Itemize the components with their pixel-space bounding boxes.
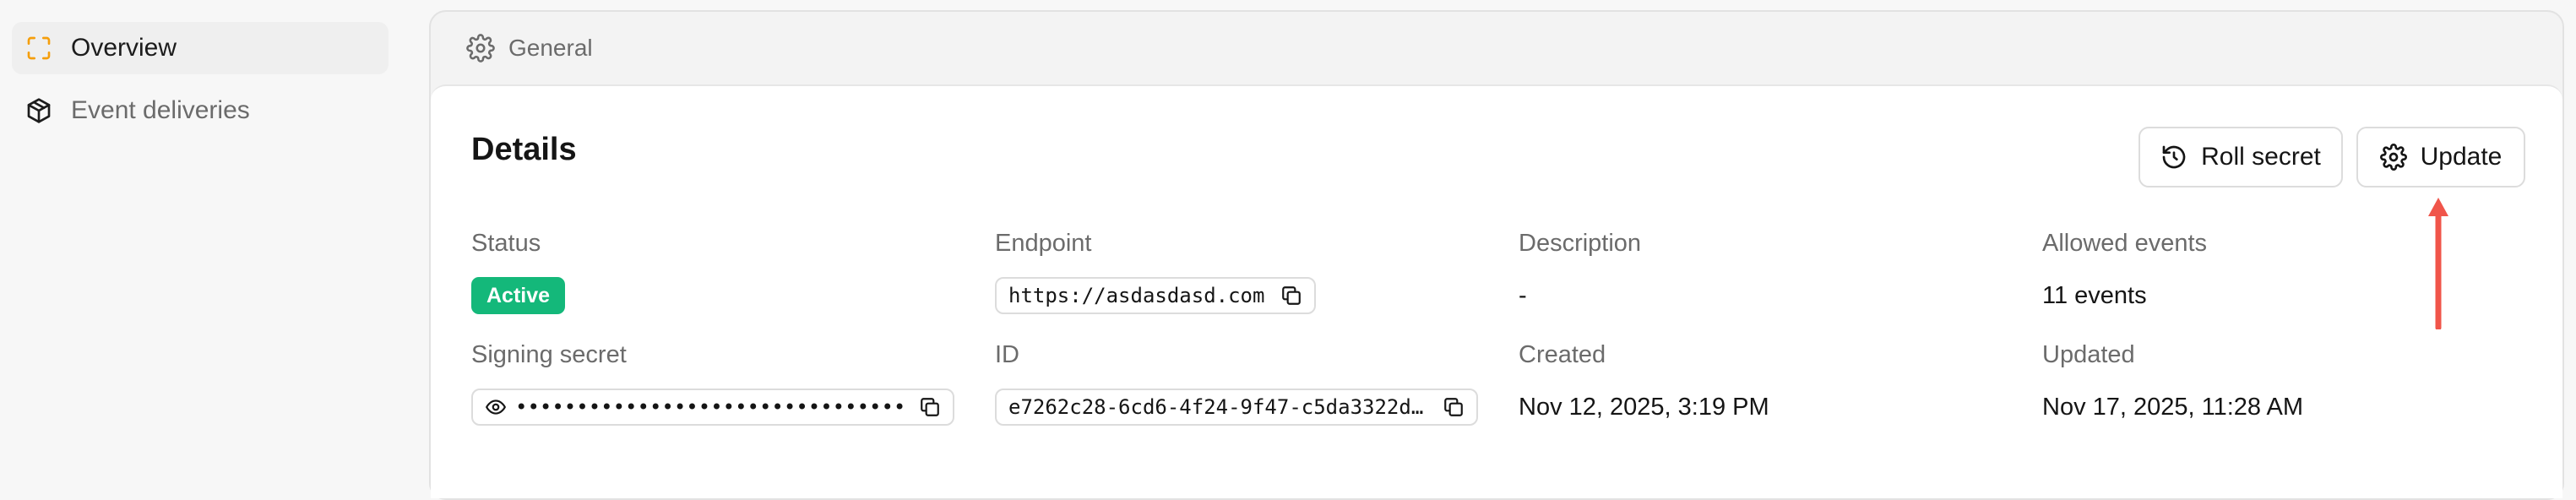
signing-secret-value: •••••••••••••••••••••••••••••••• — [515, 395, 906, 419]
description-label: Description — [1519, 230, 1642, 257]
sidebar-item-overview[interactable]: Overview — [12, 22, 389, 74]
roll-secret-button[interactable]: Roll secret — [2139, 127, 2343, 188]
focus-frame-icon — [24, 33, 54, 63]
updated-label: Updated — [2042, 341, 2135, 368]
status-badge: Active — [471, 277, 566, 314]
id-value: e7262c28-6cd6-4f24-9f47-c5da3322d… — [1008, 395, 1424, 419]
sidebar-item-label: Overview — [71, 34, 177, 62]
update-label: Update — [2420, 143, 2503, 171]
gear-icon — [466, 34, 495, 62]
eye-icon[interactable] — [485, 396, 507, 418]
signing-secret-label: Signing secret — [471, 341, 627, 368]
endpoint-value: https://asdasdasd.com — [1008, 284, 1265, 307]
details-title: Details — [471, 132, 577, 167]
copy-icon[interactable] — [1280, 285, 1302, 307]
created-label: Created — [1519, 341, 1606, 368]
update-button[interactable]: Update — [2356, 127, 2525, 188]
rotate-icon — [2162, 145, 2186, 169]
copy-icon[interactable] — [1443, 396, 1465, 418]
panel-header: General — [431, 12, 2562, 84]
copy-icon[interactable] — [919, 396, 941, 418]
annotation-arrow-icon — [2428, 198, 2448, 329]
updated-value: Nov 17, 2025, 11:28 AM — [2042, 394, 2304, 421]
id-label: ID — [995, 341, 1019, 368]
endpoint-label: Endpoint — [995, 230, 1092, 257]
allowed-events-value: 11 events — [2042, 282, 2147, 309]
endpoint-value-box: https://asdasdasd.com — [995, 277, 1316, 314]
package-icon — [24, 95, 54, 126]
roll-secret-label: Roll secret — [2201, 143, 2321, 171]
created-value: Nov 12, 2025, 3:19 PM — [1519, 394, 1769, 421]
description-value: - — [1519, 282, 1527, 309]
panel-header-label: General — [508, 35, 593, 61]
status-label: Status — [471, 230, 541, 257]
sidebar: Overview Event deliveries — [0, 0, 405, 473]
allowed-events-label: Allowed events — [2042, 230, 2208, 257]
general-panel: General Details Roll secret Update Statu… — [429, 10, 2564, 500]
signing-secret-box: •••••••••••••••••••••••••••••••• — [471, 389, 954, 426]
id-value-box: e7262c28-6cd6-4f24-9f47-c5da3322d… — [995, 389, 1478, 426]
gear-icon — [2379, 144, 2407, 171]
details-card: Details Roll secret Update Status Endpoi… — [431, 84, 2562, 498]
sidebar-item-event-deliveries[interactable]: Event deliveries — [12, 84, 389, 137]
sidebar-item-label: Event deliveries — [71, 96, 250, 124]
